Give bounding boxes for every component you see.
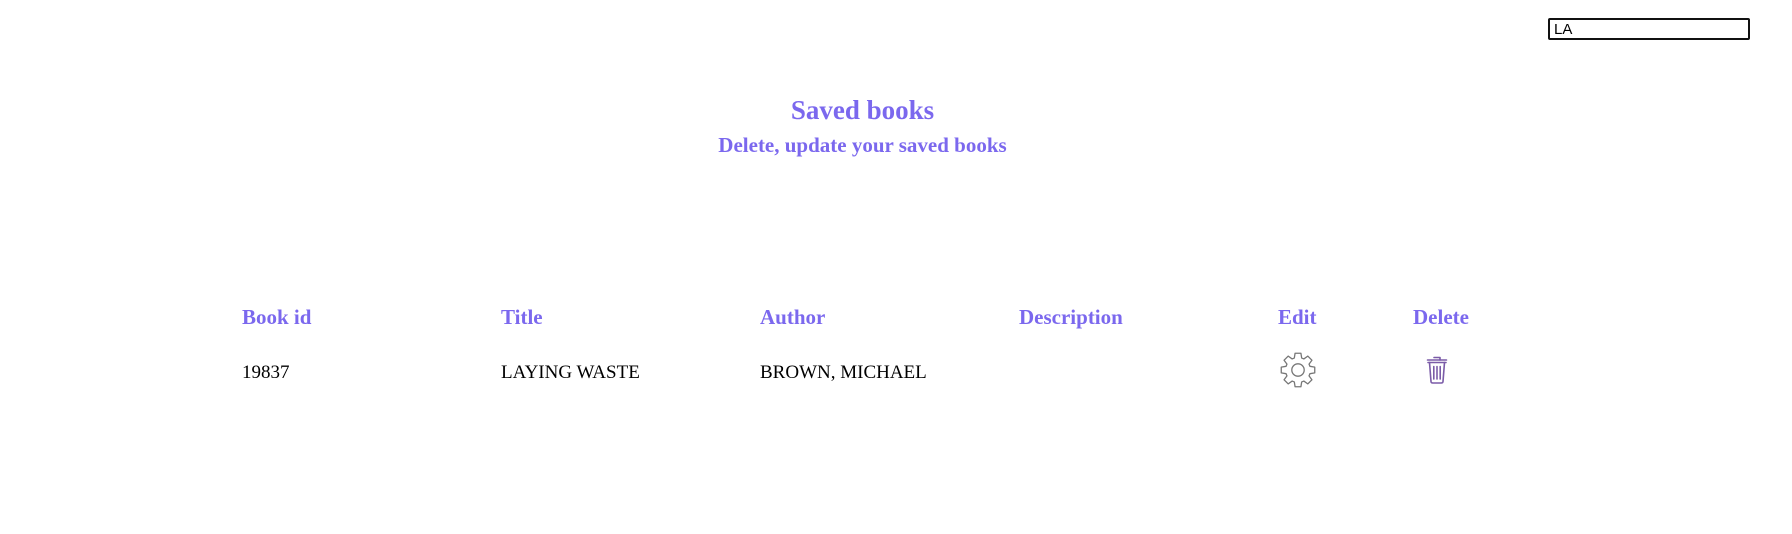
table-header-row: Book id Title Author Description Edit De… [242, 297, 1513, 337]
page-title: Saved books [790, 95, 935, 125]
page-header: Saved books Delete, update your saved bo… [0, 94, 1725, 158]
cell-delete [1413, 337, 1513, 409]
column-header-author: Author [760, 304, 826, 329]
column-header-title: Title [501, 304, 543, 329]
page-subtitle: Delete, update your saved books [718, 133, 1007, 157]
column-header-edit: Edit [1278, 304, 1317, 329]
search-input[interactable] [1548, 18, 1750, 40]
cell-book-id: 19837 [242, 362, 290, 383]
delete-button[interactable] [1425, 355, 1449, 385]
column-header-book-id: Book id [242, 304, 312, 329]
gear-icon [1280, 352, 1316, 388]
edit-button[interactable] [1279, 351, 1317, 389]
trash-icon [1426, 356, 1448, 384]
saved-books-table: Book id Title Author Description Edit De… [242, 297, 1513, 409]
column-header-description: Description [1019, 304, 1123, 329]
table-row: 19837 LAYING WASTE BROWN, MICHAEL [242, 337, 1513, 409]
cell-title: LAYING WASTE [501, 362, 640, 383]
cell-description [1019, 337, 1278, 409]
cell-author: BROWN, MICHAEL [760, 362, 927, 383]
cell-edit [1278, 337, 1413, 409]
column-header-delete: Delete [1413, 304, 1469, 329]
